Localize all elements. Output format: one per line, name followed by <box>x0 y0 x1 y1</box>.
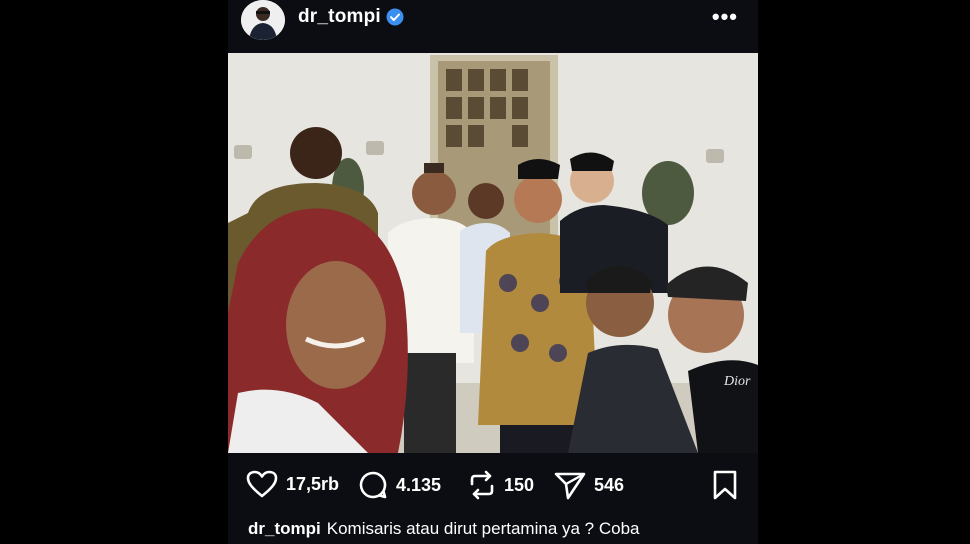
send-icon <box>554 470 586 500</box>
page: dr_tompi ••• Dior 17,5rb 4.135 150 546 d… <box>0 0 970 544</box>
repost-count: 150 <box>504 474 535 495</box>
repost-button[interactable]: 150 <box>468 470 534 500</box>
post-photo[interactable]: Dior <box>228 53 758 453</box>
like-count: 17,5rb <box>286 473 340 494</box>
comment-count: 4.135 <box>396 474 442 495</box>
like-button[interactable]: 17,5rb <box>246 470 339 498</box>
bookmark-icon <box>712 470 738 504</box>
verified-badge-icon <box>386 8 404 26</box>
post-actions: 17,5rb 4.135 150 546 <box>228 466 758 506</box>
comment-icon <box>358 470 388 500</box>
repost-icon <box>468 470 496 500</box>
post-username[interactable]: dr_tompi <box>298 6 381 28</box>
caption-username[interactable]: dr_tompi <box>248 519 321 538</box>
comment-button[interactable]: 4.135 <box>358 470 441 500</box>
avatar[interactable] <box>241 0 285 40</box>
post-card: dr_tompi ••• Dior 17,5rb 4.135 150 546 d… <box>228 0 758 544</box>
group-selfie-photo: Dior <box>228 53 758 453</box>
heart-icon <box>246 470 278 498</box>
bookmark-button[interactable] <box>712 470 738 505</box>
shirt-text: Dior <box>723 374 751 389</box>
avatar-image <box>241 0 285 40</box>
post-header: dr_tompi ••• <box>228 0 758 40</box>
more-dots-icon[interactable]: ••• <box>712 4 738 30</box>
post-caption: dr_tompi Komisaris atau dirut pertamina y… <box>248 519 748 539</box>
share-button[interactable]: 546 <box>554 470 624 500</box>
caption-text: Komisaris atau dirut pertamina ya ? Coba <box>326 519 640 538</box>
share-count: 546 <box>594 474 625 495</box>
